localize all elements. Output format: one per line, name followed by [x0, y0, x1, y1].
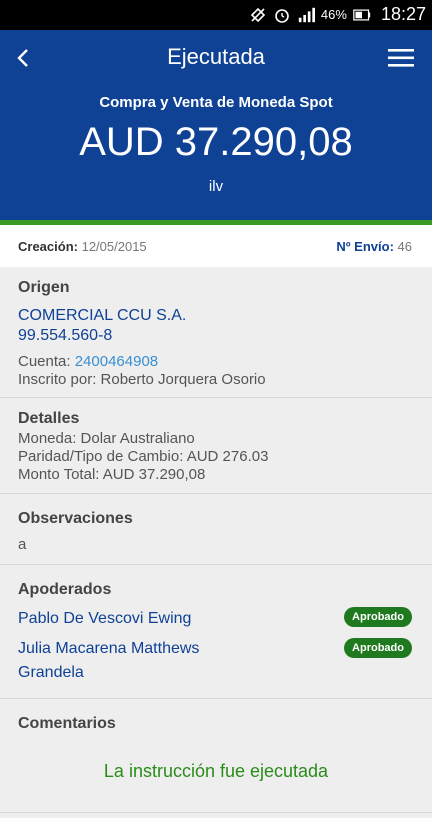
account-row: Cuenta: 2400464908 [18, 353, 159, 370]
amount-header: Compra y Venta de Moneda Spot AUD 37.290… [0, 86, 432, 220]
sync-off-icon [249, 6, 267, 24]
page-title: Ejecutada [167, 44, 265, 69]
battery-icon [353, 6, 371, 24]
details-section: Detalles Moneda: Dolar Australiano Parid… [0, 398, 432, 494]
execution-message: La instrucción fue ejecutada [103, 761, 329, 781]
clock: 18:27 [380, 4, 426, 24]
exchange-rate-text: Paridad/Tipo de Cambio: AUD 276.03 [18, 448, 269, 465]
company-name: COMERCIAL CCU S.A. [18, 307, 187, 324]
status-bar: 46% 18:27 [0, 0, 432, 30]
amount: AUD 37.290,08 [79, 120, 353, 164]
battery-percent: 46% [320, 7, 347, 22]
origin-section: Origen COMERCIAL CCU S.A. 99.554.560-8 C… [0, 267, 432, 398]
company-rut: 99.554.560-8 [18, 327, 113, 344]
section-title: Origen [18, 279, 70, 296]
status-badge: Aprobado [344, 638, 412, 658]
creation-date: Creación: 12/05/2015 [18, 239, 147, 254]
section-title: Detalles [18, 410, 80, 427]
send-number: Nº Envío: 46 [336, 239, 412, 254]
attorney-name-line2: Grandela [18, 664, 84, 681]
account-link[interactable]: 2400464908 [75, 353, 158, 370]
attorney-name: Julia Macarena Matthews [18, 640, 200, 657]
comments-section: Comentarios La instrucción fue ejecutada [0, 699, 432, 813]
section-title: Observaciones [18, 510, 133, 527]
app-bar: Ejecutada [0, 30, 432, 86]
attorneys-section: Apoderados Pablo De Vescovi Ewing Aproba… [0, 565, 432, 699]
menu-icon[interactable] [388, 47, 414, 69]
registered-by: Inscrito por: Roberto Jorquera Osorio [18, 371, 266, 388]
total-amount-text: Monto Total: AUD 37.290,08 [18, 466, 206, 483]
attorney-name: Pablo De Vescovi Ewing [18, 610, 192, 627]
observations-section: Observaciones a [0, 494, 432, 565]
amount-code: ilv [208, 178, 224, 195]
section-title: Comentarios [18, 715, 116, 732]
alarm-icon [273, 6, 291, 24]
operation-type: Compra y Venta de Moneda Spot [99, 94, 333, 111]
observations-text: a [18, 536, 27, 553]
status-badge: Aprobado [344, 607, 412, 627]
signal-icon [297, 6, 315, 24]
section-title: Apoderados [18, 581, 112, 598]
meta-row: Creación: 12/05/2015 Nº Envío: 46 [0, 225, 432, 267]
currency-text: Moneda: Dolar Australiano [18, 430, 195, 447]
